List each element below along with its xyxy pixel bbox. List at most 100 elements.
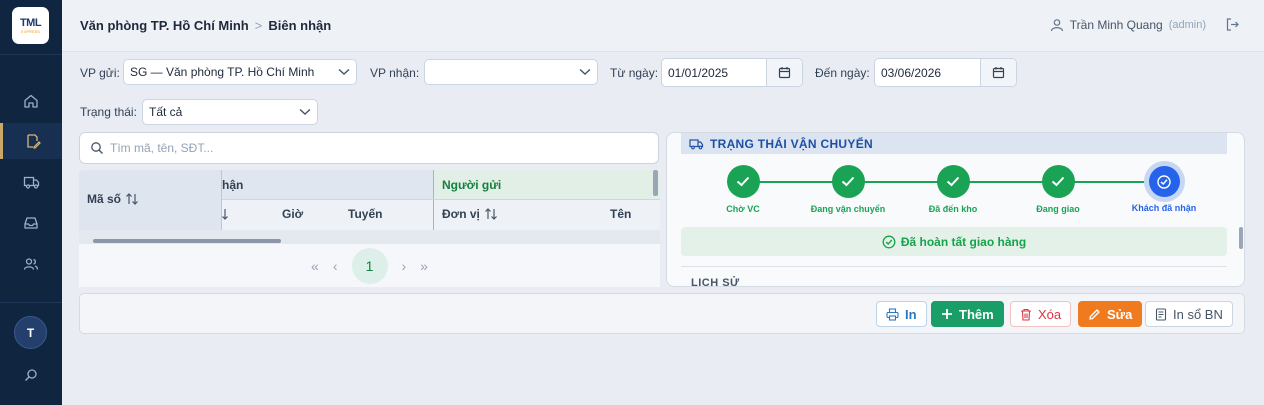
chevron-down-icon [338, 68, 350, 75]
breadcrumb: Văn phòng TP. Hồ Chí Minh > Biên nhận [80, 18, 331, 33]
den-ngay-label: Đến ngày: [815, 66, 870, 80]
sidebar-divider [0, 302, 62, 303]
vp-gui-label: VP gửi: [80, 66, 120, 80]
den-ngay-value: 03/06/2026 [881, 65, 942, 80]
receipt-edit-icon [26, 134, 41, 149]
divider [681, 266, 1227, 267]
logo-subtext: EXPRESS [21, 29, 40, 34]
home-icon [24, 94, 38, 108]
calendar-button[interactable] [766, 59, 802, 86]
check-icon [831, 165, 865, 198]
edit-button[interactable]: Sửa [1078, 301, 1143, 327]
document-icon [1155, 307, 1167, 321]
delete-button[interactable]: Xóa [1010, 301, 1072, 327]
group-header-nhan [222, 170, 433, 199]
column-header-ten[interactable]: Tên [610, 207, 631, 221]
sort-icon[interactable] [125, 193, 139, 205]
page-button-current[interactable]: 1 [351, 247, 388, 284]
print-book-button[interactable]: In sổ BN [1145, 301, 1233, 327]
trang-thai-select[interactable]: Tất cả [142, 99, 318, 125]
logo-text: TML [19, 17, 42, 29]
sidebar-divider [0, 54, 62, 55]
sort-icon-partial[interactable] [222, 208, 232, 220]
history-label: LỊCH SỬ [691, 277, 740, 287]
top-bar: Văn phòng TP. Hồ Chí Minh > Biên nhận Tr… [62, 0, 1264, 52]
search-icon [25, 369, 37, 381]
calendar-icon [992, 67, 1005, 79]
breadcrumb-office[interactable]: Văn phòng TP. Hồ Chí Minh [80, 18, 249, 33]
step-label: Đã đến kho [928, 204, 978, 214]
sort-icon [222, 209, 228, 220]
app-logo[interactable]: TML EXPRESS [12, 7, 49, 44]
sidebar-item-inbox[interactable] [0, 205, 62, 241]
column-label: Mã số [87, 192, 122, 206]
action-toolbar: In Thêm Xóa Sửa In sổ BN [79, 293, 1245, 334]
column-header-ma-so[interactable]: Mã số [87, 192, 139, 206]
prev-page-button[interactable]: ‹ [333, 258, 338, 274]
logout-icon [1226, 18, 1239, 31]
pagination: « ‹ 1 › » [79, 244, 660, 287]
main-content: Văn phòng TP. Hồ Chí Minh > Biên nhận Tr… [62, 0, 1264, 405]
print-label: In [905, 306, 917, 322]
sort-icon[interactable] [484, 208, 498, 220]
print-button[interactable]: In [876, 301, 927, 327]
trash-icon [1021, 308, 1031, 321]
search-input[interactable] [110, 141, 658, 155]
users-icon [23, 258, 39, 270]
add-button[interactable]: Thêm [931, 301, 1004, 327]
horizontal-scrollbar[interactable] [93, 239, 281, 243]
panel-title: TRẠNG THÁI VẬN CHUYỂN [710, 136, 873, 151]
sidebar-item-users[interactable] [0, 246, 62, 282]
tu-ngay-field[interactable]: 01/01/2025 [661, 58, 803, 87]
vertical-scrollbar[interactable] [653, 170, 658, 196]
column-header-don-vi[interactable]: Đơn vị [442, 207, 498, 221]
column-header-gio[interactable]: Giờ [282, 207, 303, 221]
last-page-button[interactable]: » [420, 258, 428, 274]
user-name: Trần Minh Quang [1069, 18, 1163, 32]
step-label: Khách đã nhận [1131, 203, 1197, 213]
plus-icon [942, 309, 952, 319]
inbox-icon [24, 217, 38, 229]
calendar-icon [778, 67, 791, 79]
row-divider [222, 199, 660, 200]
step-dang-giao: Đang giao [1008, 165, 1108, 214]
completed-message: Đã hoàn tất giao hàng [900, 234, 1027, 249]
panel-header: TRẠNG THÁI VẬN CHUYỂN [681, 133, 1227, 154]
vp-nhan-select[interactable] [424, 59, 598, 85]
vertical-scrollbar[interactable] [1239, 227, 1243, 249]
column-label: Đơn vị [442, 207, 480, 221]
receipts-table: Mã số hận Người gửi Giờ Tuyến Đơn vị Tên [79, 170, 660, 244]
edit-label: Sửa [1107, 306, 1133, 322]
column-header-tuyen[interactable]: Tuyến [348, 207, 382, 221]
search-box[interactable] [79, 132, 659, 164]
trang-thai-value: Tất cả [149, 105, 183, 119]
completed-banner: Đã hoàn tất giao hàng [681, 227, 1227, 256]
sidebar-item-home[interactable] [0, 83, 62, 119]
search-icon [91, 142, 103, 154]
first-page-button[interactable]: « [311, 258, 319, 274]
print-book-label: In sổ BN [1173, 306, 1223, 322]
step-label: Chờ VC [726, 204, 760, 214]
avatar[interactable]: T [14, 316, 47, 349]
user-role: (admin) [1168, 19, 1206, 31]
shipping-status-panel: TRẠNG THÁI VẬN CHUYỂN Chờ VC Đang vận ch… [666, 132, 1245, 287]
logout-button[interactable] [1225, 17, 1240, 35]
vp-nhan-label: VP nhận: [370, 66, 420, 80]
step-label: Đang giao [1036, 204, 1080, 214]
printer-icon [886, 307, 899, 321]
vp-gui-select[interactable]: SG — Văn phòng TP. Hồ Chí Minh [123, 59, 357, 85]
step-dang-van-chuyen: Đang vận chuyển [798, 165, 898, 214]
check-icon [936, 165, 970, 198]
sidebar-search[interactable] [0, 357, 62, 393]
add-label: Thêm [959, 306, 994, 322]
delete-label: Xóa [1038, 306, 1062, 322]
sidebar-item-receipts[interactable] [0, 123, 62, 159]
user-info[interactable]: Trần Minh Quang (admin) [1050, 18, 1206, 32]
den-ngay-field[interactable]: 03/06/2026 [874, 58, 1017, 87]
check-circle-icon [882, 235, 896, 248]
sidebar-item-shipping[interactable] [0, 164, 62, 200]
next-page-button[interactable]: › [402, 258, 407, 274]
truck-icon [23, 176, 39, 189]
chevron-down-icon [299, 108, 311, 115]
calendar-button[interactable] [980, 59, 1016, 86]
